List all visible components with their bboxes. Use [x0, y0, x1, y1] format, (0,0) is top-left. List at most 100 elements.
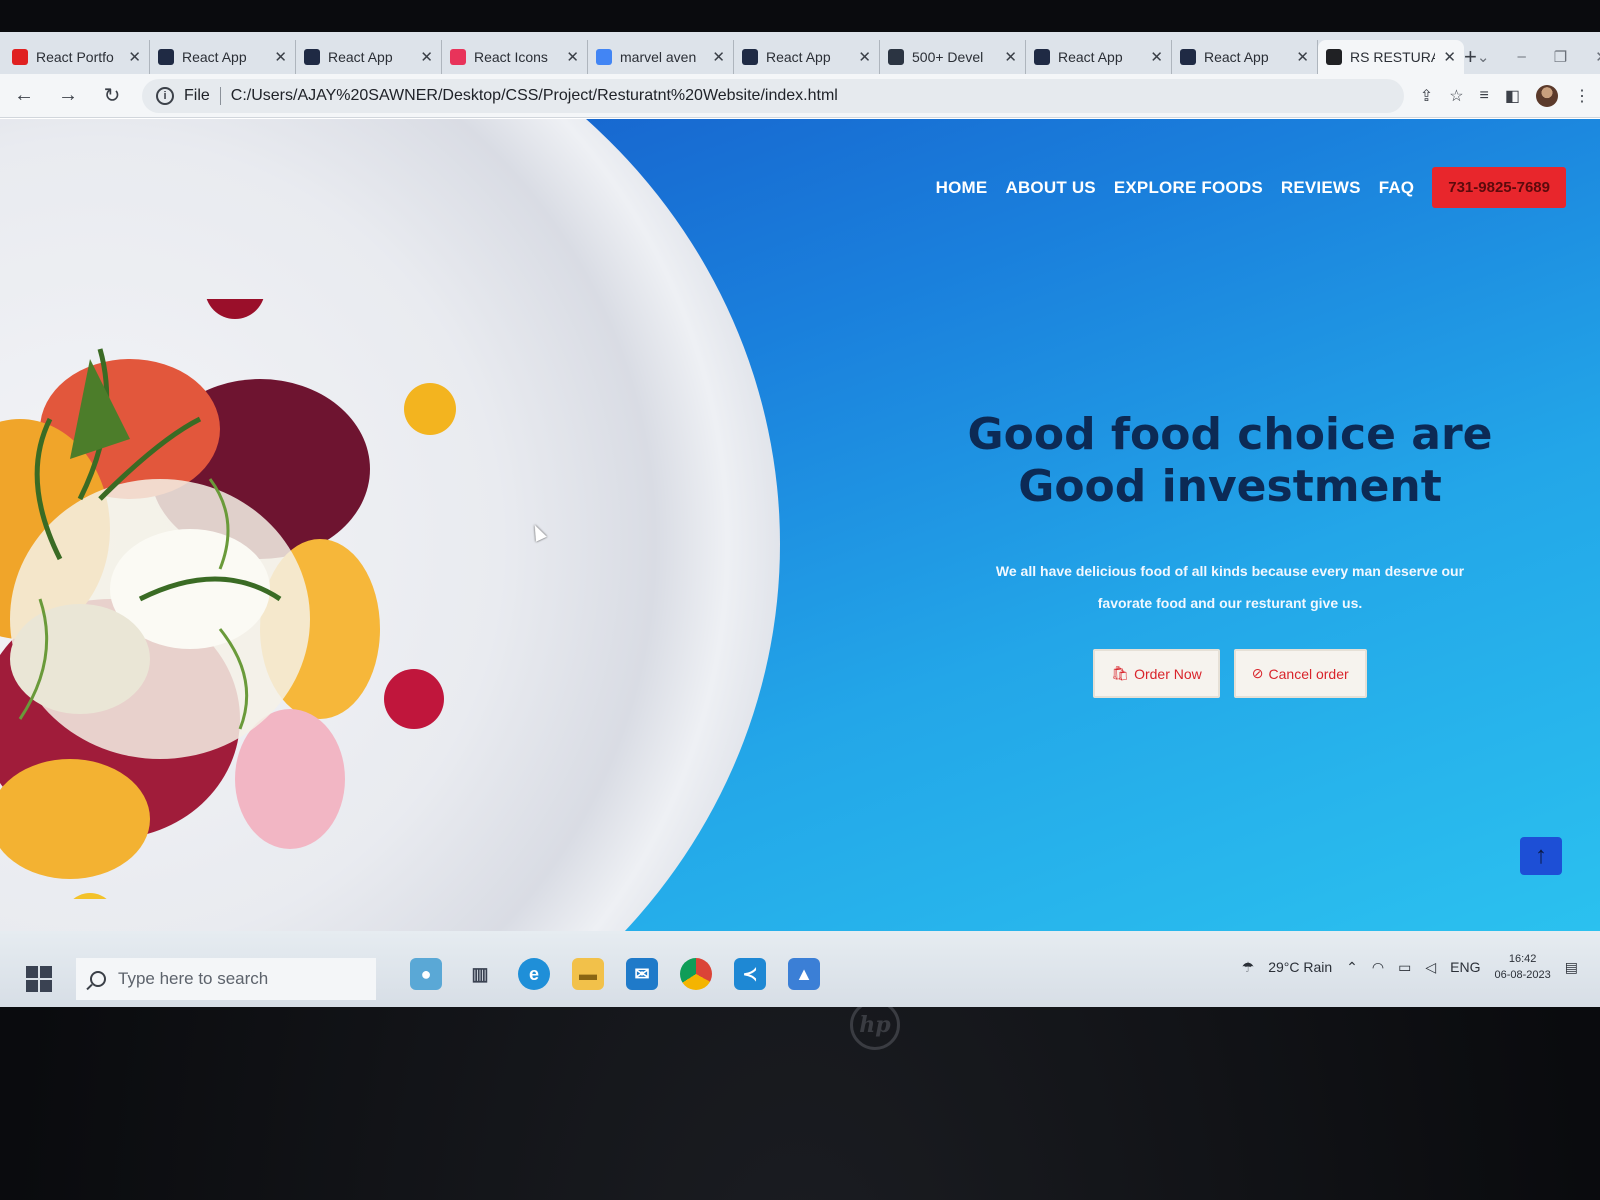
browser-tab[interactable]: React App ✕	[734, 40, 880, 74]
nav-home[interactable]: HOME	[936, 178, 988, 198]
tab-close-icon[interactable]: ✕	[1004, 48, 1017, 66]
nav-faq[interactable]: FAQ	[1379, 178, 1415, 198]
restaurant-page: HOME ABOUT US EXPLORE FOODS REVIEWS FAQ …	[0, 119, 1600, 931]
window-close-icon[interactable]: ✕	[1595, 48, 1600, 66]
minimize-icon[interactable]: –	[1517, 48, 1525, 66]
wifi-icon[interactable]: ◠	[1372, 959, 1384, 976]
salad-image	[0, 299, 456, 899]
site-info-icon[interactable]: i	[156, 86, 174, 105]
react-app-icon	[304, 49, 320, 65]
clock-time: 16:42	[1508, 953, 1537, 965]
photos-icon[interactable]: ▲	[788, 958, 820, 990]
tray-overflow-icon[interactable]: ⌃	[1346, 959, 1358, 976]
order-now-button[interactable]: 🛍 Order Now	[1093, 649, 1220, 698]
browser-tab[interactable]: React App ✕	[296, 40, 442, 74]
taskbar-apps: ● ▥ e ▬ ✉ ≺ ▲	[410, 958, 820, 990]
weather-text[interactable]: 29°C Rain	[1268, 959, 1332, 975]
hero-title-line-2: Good investment	[1018, 461, 1442, 512]
main-nav: HOME ABOUT US EXPLORE FOODS REVIEWS FAQ …	[936, 167, 1566, 208]
browser-tab[interactable]: React App ✕	[150, 40, 296, 74]
browser-tab[interactable]: React App ✕	[1172, 40, 1318, 74]
taskbar-search[interactable]: Type here to search	[76, 958, 376, 1000]
browser-tab[interactable]: RS RESTURA ✕	[1318, 40, 1464, 74]
browser-tab[interactable]: marvel aven ✕	[588, 40, 734, 74]
mail-icon[interactable]: ✉	[626, 958, 658, 990]
scroll-to-top-button[interactable]: ↑	[1520, 837, 1562, 875]
phone-button[interactable]: 731-9825-7689	[1432, 167, 1566, 208]
tab-close-icon[interactable]: ✕	[712, 48, 725, 66]
cancel-order-button[interactable]: ⊘ Cancel order	[1233, 649, 1367, 698]
maximize-icon[interactable]: ❐	[1554, 48, 1567, 66]
side-panel-icon[interactable]: ◧	[1505, 86, 1520, 106]
share-icon[interactable]: ⇪	[1420, 86, 1433, 106]
browser-tab[interactable]: React Icons ✕	[442, 40, 588, 74]
react-app-icon	[1034, 49, 1050, 65]
reload-icon[interactable]: ↻	[98, 82, 126, 110]
react-app-icon	[742, 49, 758, 65]
arrow-up-icon: ↑	[1535, 842, 1547, 869]
tab-close-icon[interactable]: ✕	[420, 48, 433, 66]
hp-logo: hp	[850, 1000, 900, 1050]
volume-icon[interactable]: ◁	[1425, 959, 1436, 976]
tab-close-icon[interactable]: ✕	[1150, 48, 1163, 66]
dev-icon	[888, 49, 904, 65]
react-app-icon	[1180, 49, 1196, 65]
browser-tab[interactable]: 500+ Devel ✕	[880, 40, 1026, 74]
task-view-icon[interactable]: ▥	[464, 958, 496, 990]
url-text[interactable]: C:/Users/AJAY%20SAWNER/Desktop/CSS/Proje…	[231, 87, 838, 105]
tab-close-icon[interactable]: ✕	[566, 48, 579, 66]
tab-title: 500+ Devel	[912, 49, 984, 65]
news-widget-icon[interactable]: ●	[410, 958, 442, 990]
windows-start-icon[interactable]	[26, 966, 52, 992]
battery-icon[interactable]: ▭	[1398, 959, 1411, 976]
clock[interactable]: 16:42 06-08-2023	[1494, 951, 1550, 983]
tab-close-icon[interactable]: ✕	[1443, 48, 1456, 66]
hero-buttons: 🛍 Order Now ⊘ Cancel order	[930, 649, 1530, 698]
bookmark-star-icon[interactable]: ☆	[1449, 86, 1463, 106]
tab-title: RS RESTURA	[1350, 49, 1436, 65]
order-now-label: Order Now	[1134, 665, 1202, 682]
nav-reviews[interactable]: REVIEWS	[1281, 178, 1361, 198]
tab-close-icon[interactable]: ✕	[1296, 48, 1309, 66]
forward-icon[interactable]: →	[54, 82, 82, 110]
tab-close-icon[interactable]: ✕	[128, 48, 141, 66]
search-icon	[90, 971, 106, 987]
profile-avatar[interactable]	[1536, 84, 1558, 107]
tab-title: React App	[328, 49, 393, 65]
hero-title: Good food choice are Good investment	[930, 409, 1530, 513]
shopping-bag-icon: 🛍	[1111, 665, 1130, 681]
tab-title: React App	[1058, 49, 1123, 65]
browser-tab[interactable]: React Portfo ✕	[4, 40, 150, 74]
chrome-icon[interactable]	[680, 958, 712, 990]
react-app-icon	[158, 49, 174, 65]
tab-strip: React Portfo ✕ React App ✕ React App ✕ React I…	[0, 32, 1600, 74]
cancel-icon: ⊘	[1251, 665, 1264, 681]
screen: React Portfo ✕ React App ✕ React App ✕ React I…	[0, 32, 1600, 1007]
back-icon[interactable]: ←	[10, 82, 38, 110]
new-tab-button[interactable]: +	[1464, 40, 1477, 74]
address-bar[interactable]: i File C:/Users/AJAY%20SAWNER/Desktop/CS…	[142, 78, 1404, 113]
browser-toolbar: ← → ↻ i File C:/Users/AJAY%20SAWNER/Desk…	[0, 74, 1600, 118]
file-explorer-icon[interactable]: ▬	[572, 958, 604, 990]
nav-about-us[interactable]: ABOUT US	[1005, 178, 1095, 198]
react-icons-icon	[450, 49, 466, 65]
menu-kebab-icon[interactable]: ⋮	[1574, 86, 1590, 106]
tab-close-icon[interactable]: ✕	[274, 48, 287, 66]
tab-title: React App	[182, 49, 247, 65]
system-tray: ☂ 29°C Rain ⌃ ◠ ▭ ◁ ENG 16:42 06-08-2023…	[1242, 951, 1600, 983]
browser-tab[interactable]: React App ✕	[1026, 40, 1172, 74]
tab-list: React Portfo ✕ React App ✕ React App ✕ React I…	[4, 40, 1464, 74]
reading-list-icon[interactable]: ≡	[1480, 87, 1489, 105]
edge-icon[interactable]: e	[518, 958, 550, 990]
notifications-icon[interactable]: ▤	[1565, 959, 1578, 976]
tab-close-icon[interactable]: ✕	[858, 48, 871, 66]
youtube-icon	[12, 49, 28, 65]
vscode-icon[interactable]: ≺	[734, 958, 766, 990]
tab-search-icon[interactable]: ⌄	[1477, 48, 1490, 66]
nav-explore-foods[interactable]: EXPLORE FOODS	[1114, 178, 1263, 198]
hero-title-line-1: Good food choice are	[967, 409, 1493, 460]
hero-description: We all have delicious food of all kinds …	[995, 563, 1465, 611]
weather-icon[interactable]: ☂	[1242, 959, 1255, 976]
tab-title: marvel aven	[620, 49, 697, 65]
language-indicator[interactable]: ENG	[1450, 959, 1480, 975]
